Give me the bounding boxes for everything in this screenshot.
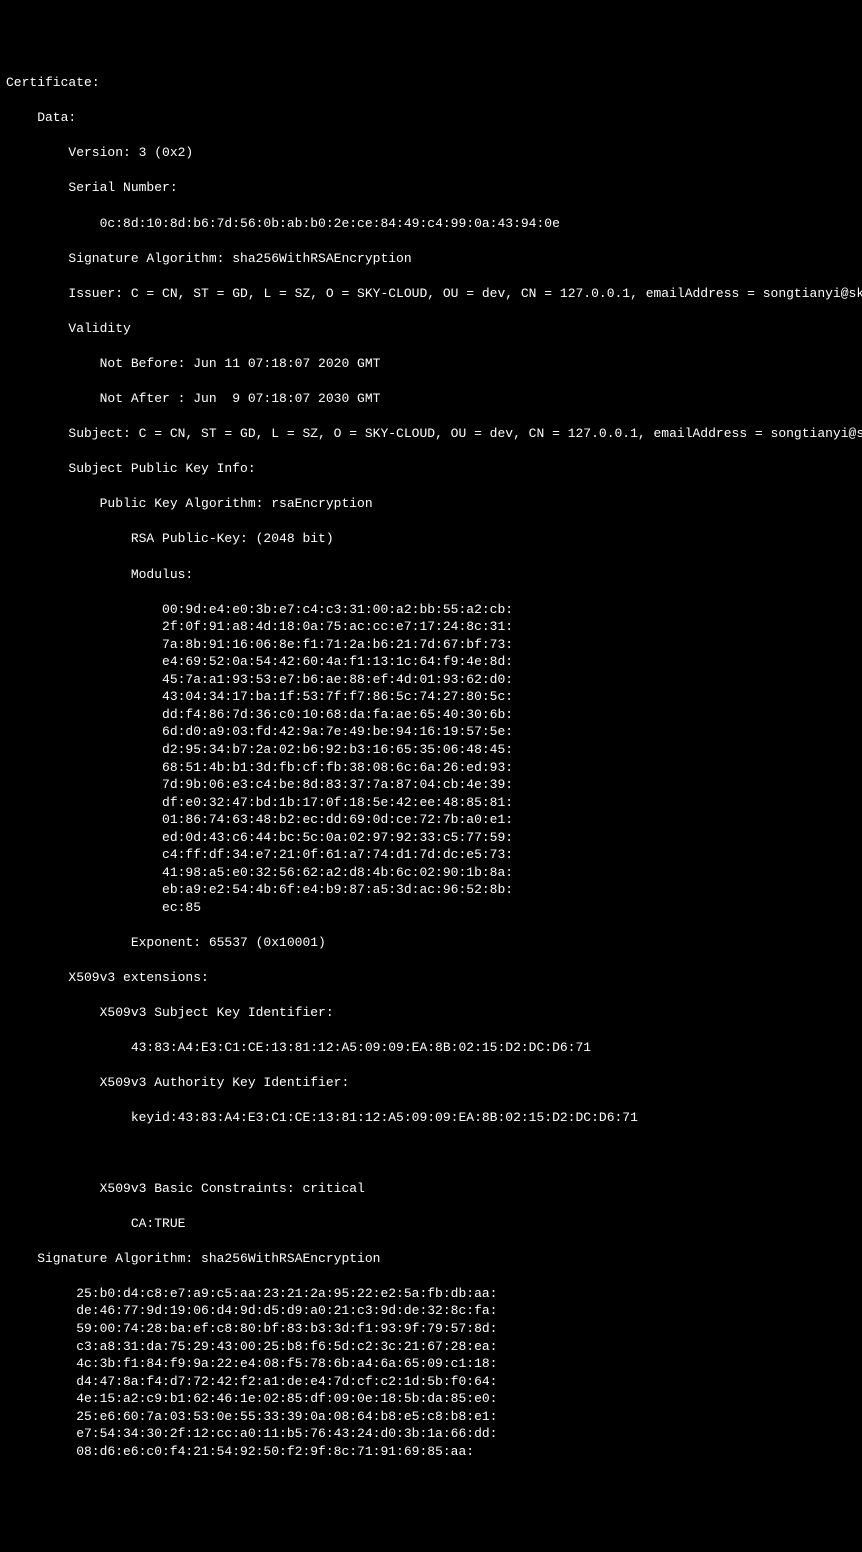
signature-line: de:46:77:9d:19:06:d4:9d:d5:d9:a0:21:c3:9… xyxy=(6,1302,856,1320)
not-before: Not Before: Jun 11 07:18:07 2020 GMT xyxy=(6,355,856,373)
public-key-algorithm: Public Key Algorithm: rsaEncryption xyxy=(6,495,856,513)
signature-line: 4e:15:a2:c9:b1:62:46:1e:02:85:df:09:0e:1… xyxy=(6,1390,856,1408)
serial-number-value: 0c:8d:10:8d:b6:7d:56:0b:ab:b0:2e:ce:84:4… xyxy=(6,215,856,233)
modulus-line: df:e0:32:47:bd:1b:17:0f:18:5e:42:ee:48:8… xyxy=(6,794,856,812)
modulus-line: 45:7a:a1:93:53:e7:b6:ae:88:ef:4d:01:93:6… xyxy=(6,671,856,689)
issuer: Issuer: C = CN, ST = GD, L = SZ, O = SKY… xyxy=(6,285,856,303)
modulus-line: ed:0d:43:c6:44:bc:5c:0a:02:97:92:33:c5:7… xyxy=(6,829,856,847)
signature-algorithm: Signature Algorithm: sha256WithRSAEncryp… xyxy=(6,250,856,268)
modulus-line: 41:98:a5:e0:32:56:62:a2:d8:4b:6c:02:90:1… xyxy=(6,864,856,882)
modulus-line: 2f:0f:91:a8:4d:18:0a:75:ac:cc:e7:17:24:8… xyxy=(6,618,856,636)
subject-key-identifier-label: X509v3 Subject Key Identifier: xyxy=(6,1004,856,1022)
modulus-line: e4:69:52:0a:54:42:60:4a:f1:13:1c:64:f9:4… xyxy=(6,653,856,671)
modulus-label: Modulus: xyxy=(6,566,856,584)
signature-line: d4:47:8a:f4:d7:72:42:f2:a1:de:e4:7d:cf:c… xyxy=(6,1373,856,1391)
serial-number-label: Serial Number: xyxy=(6,179,856,197)
signature-line: 25:b0:d4:c8:e7:a9:c5:aa:23:21:2a:95:22:e… xyxy=(6,1285,856,1303)
modulus-line: d2:95:34:b7:2a:02:b6:92:b3:16:65:35:06:4… xyxy=(6,741,856,759)
signature-line: c3:a8:31:da:75:29:43:00:25:b8:f6:5d:c2:3… xyxy=(6,1338,856,1356)
authority-key-identifier-label: X509v3 Authority Key Identifier: xyxy=(6,1074,856,1092)
version: Version: 3 (0x2) xyxy=(6,144,856,162)
exponent: Exponent: 65537 (0x10001) xyxy=(6,934,856,952)
basic-constraints-label: X509v3 Basic Constraints: critical xyxy=(6,1180,856,1198)
signature-line: 25:e6:60:7a:03:53:0e:55:33:39:0a:08:64:b… xyxy=(6,1408,856,1426)
modulus-line: 43:04:34:17:ba:1f:53:7f:f7:86:5c:74:27:8… xyxy=(6,688,856,706)
subject-key-identifier-value: 43:83:A4:E3:C1:CE:13:81:12:A5:09:09:EA:8… xyxy=(6,1039,856,1057)
blank-line xyxy=(6,1145,856,1163)
validity-label: Validity xyxy=(6,320,856,338)
authority-key-identifier-value: keyid:43:83:A4:E3:C1:CE:13:81:12:A5:09:0… xyxy=(6,1109,856,1127)
signature-line: 59:00:74:28:ba:ef:c8:80:bf:83:b3:3d:f1:9… xyxy=(6,1320,856,1338)
modulus-line: c4:ff:df:34:e7:21:0f:61:a7:74:d1:7d:dc:e… xyxy=(6,846,856,864)
signature-line: 08:d6:e6:c0:f4:21:54:92:50:f2:9f:8c:71:9… xyxy=(6,1443,856,1461)
not-after: Not After : Jun 9 07:18:07 2030 GMT xyxy=(6,390,856,408)
spki-label: Subject Public Key Info: xyxy=(6,460,856,478)
modulus-line: 00:9d:e4:e0:3b:e7:c4:c3:31:00:a2:bb:55:a… xyxy=(6,601,856,619)
modulus-line: ec:85 xyxy=(6,899,856,917)
rsa-key-size: RSA Public-Key: (2048 bit) xyxy=(6,530,856,548)
modulus-line: 68:51:4b:b1:3d:fb:cf:fb:38:08:6c:6a:26:e… xyxy=(6,759,856,777)
modulus-line: 7d:9b:06:e3:c4:be:8d:83:37:7a:87:04:cb:4… xyxy=(6,776,856,794)
subject: Subject: C = CN, ST = GD, L = SZ, O = SK… xyxy=(6,425,856,443)
modulus-line: eb:a9:e2:54:4b:6f:e4:b9:87:a5:3d:ac:96:5… xyxy=(6,881,856,899)
modulus-line: dd:f4:86:7d:36:c0:10:68:da:fa:ae:65:40:3… xyxy=(6,706,856,724)
signature-algorithm-footer: Signature Algorithm: sha256WithRSAEncryp… xyxy=(6,1250,856,1268)
certificate-label: Certificate: xyxy=(6,74,856,92)
basic-constraints-value: CA:TRUE xyxy=(6,1215,856,1233)
modulus-line: 6d:d0:a9:03:fd:42:9a:7e:49:be:94:16:19:5… xyxy=(6,723,856,741)
signature-line: 4c:3b:f1:84:f9:9a:22:e4:08:f5:78:6b:a4:6… xyxy=(6,1355,856,1373)
x509-extensions-label: X509v3 extensions: xyxy=(6,969,856,987)
data-label: Data: xyxy=(6,109,856,127)
modulus-line: 7a:8b:91:16:06:8e:f1:71:2a:b6:21:7d:67:b… xyxy=(6,636,856,654)
modulus-line: 01:86:74:63:48:b2:ec:dd:69:0d:ce:72:7b:a… xyxy=(6,811,856,829)
signature-line: e7:54:34:30:2f:12:cc:a0:11:b5:76:43:24:d… xyxy=(6,1425,856,1443)
